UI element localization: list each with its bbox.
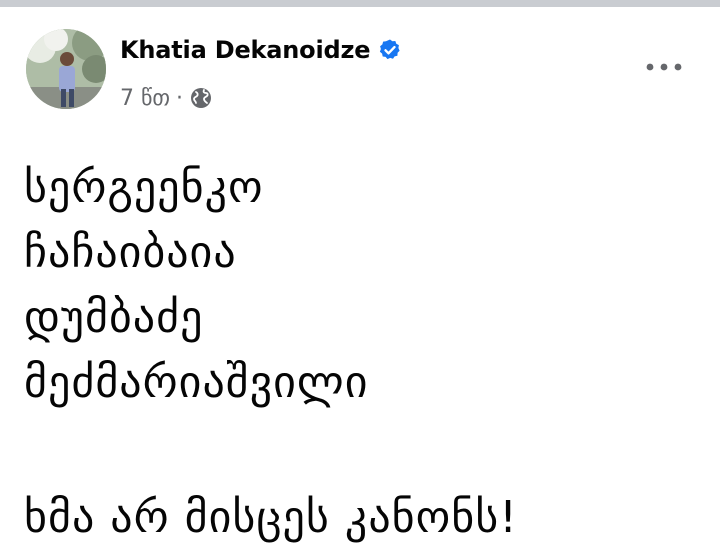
post-line: მეძმარიაშვილი — [24, 357, 369, 408]
post-meta: Khatia Dekanoidze 7 წთ · — [120, 33, 402, 113]
verified-badge-icon — [378, 38, 402, 62]
top-divider — [0, 0, 720, 7]
post-header: Khatia Dekanoidze 7 წთ · — [26, 29, 706, 113]
author-avatar[interactable] — [26, 29, 106, 109]
post-body: სერგეენკო ჩაჩაიბაია დუმბაძე მეძმარიაშვილ… — [24, 155, 704, 550]
globe-icon[interactable] — [189, 86, 213, 110]
more-options-icon[interactable] — [644, 59, 684, 75]
author-name[interactable]: Khatia Dekanoidze — [120, 36, 371, 64]
post-closing-line: ხმა არ მისცეს კანონს! — [24, 492, 518, 543]
post-timestamp[interactable]: 7 წთ — [120, 86, 170, 111]
post-line: ჩაჩაიბაია — [24, 227, 237, 278]
author-row: Khatia Dekanoidze — [120, 33, 402, 67]
post-line: სერგეენკო — [24, 162, 264, 213]
meta-separator: · — [176, 85, 183, 111]
post-line: დუმბაძე — [24, 292, 204, 343]
post-subline: 7 წთ · — [120, 83, 402, 113]
facebook-post: Khatia Dekanoidze 7 წთ · სერგეენკო ჩაჩაი… — [0, 7, 720, 551]
